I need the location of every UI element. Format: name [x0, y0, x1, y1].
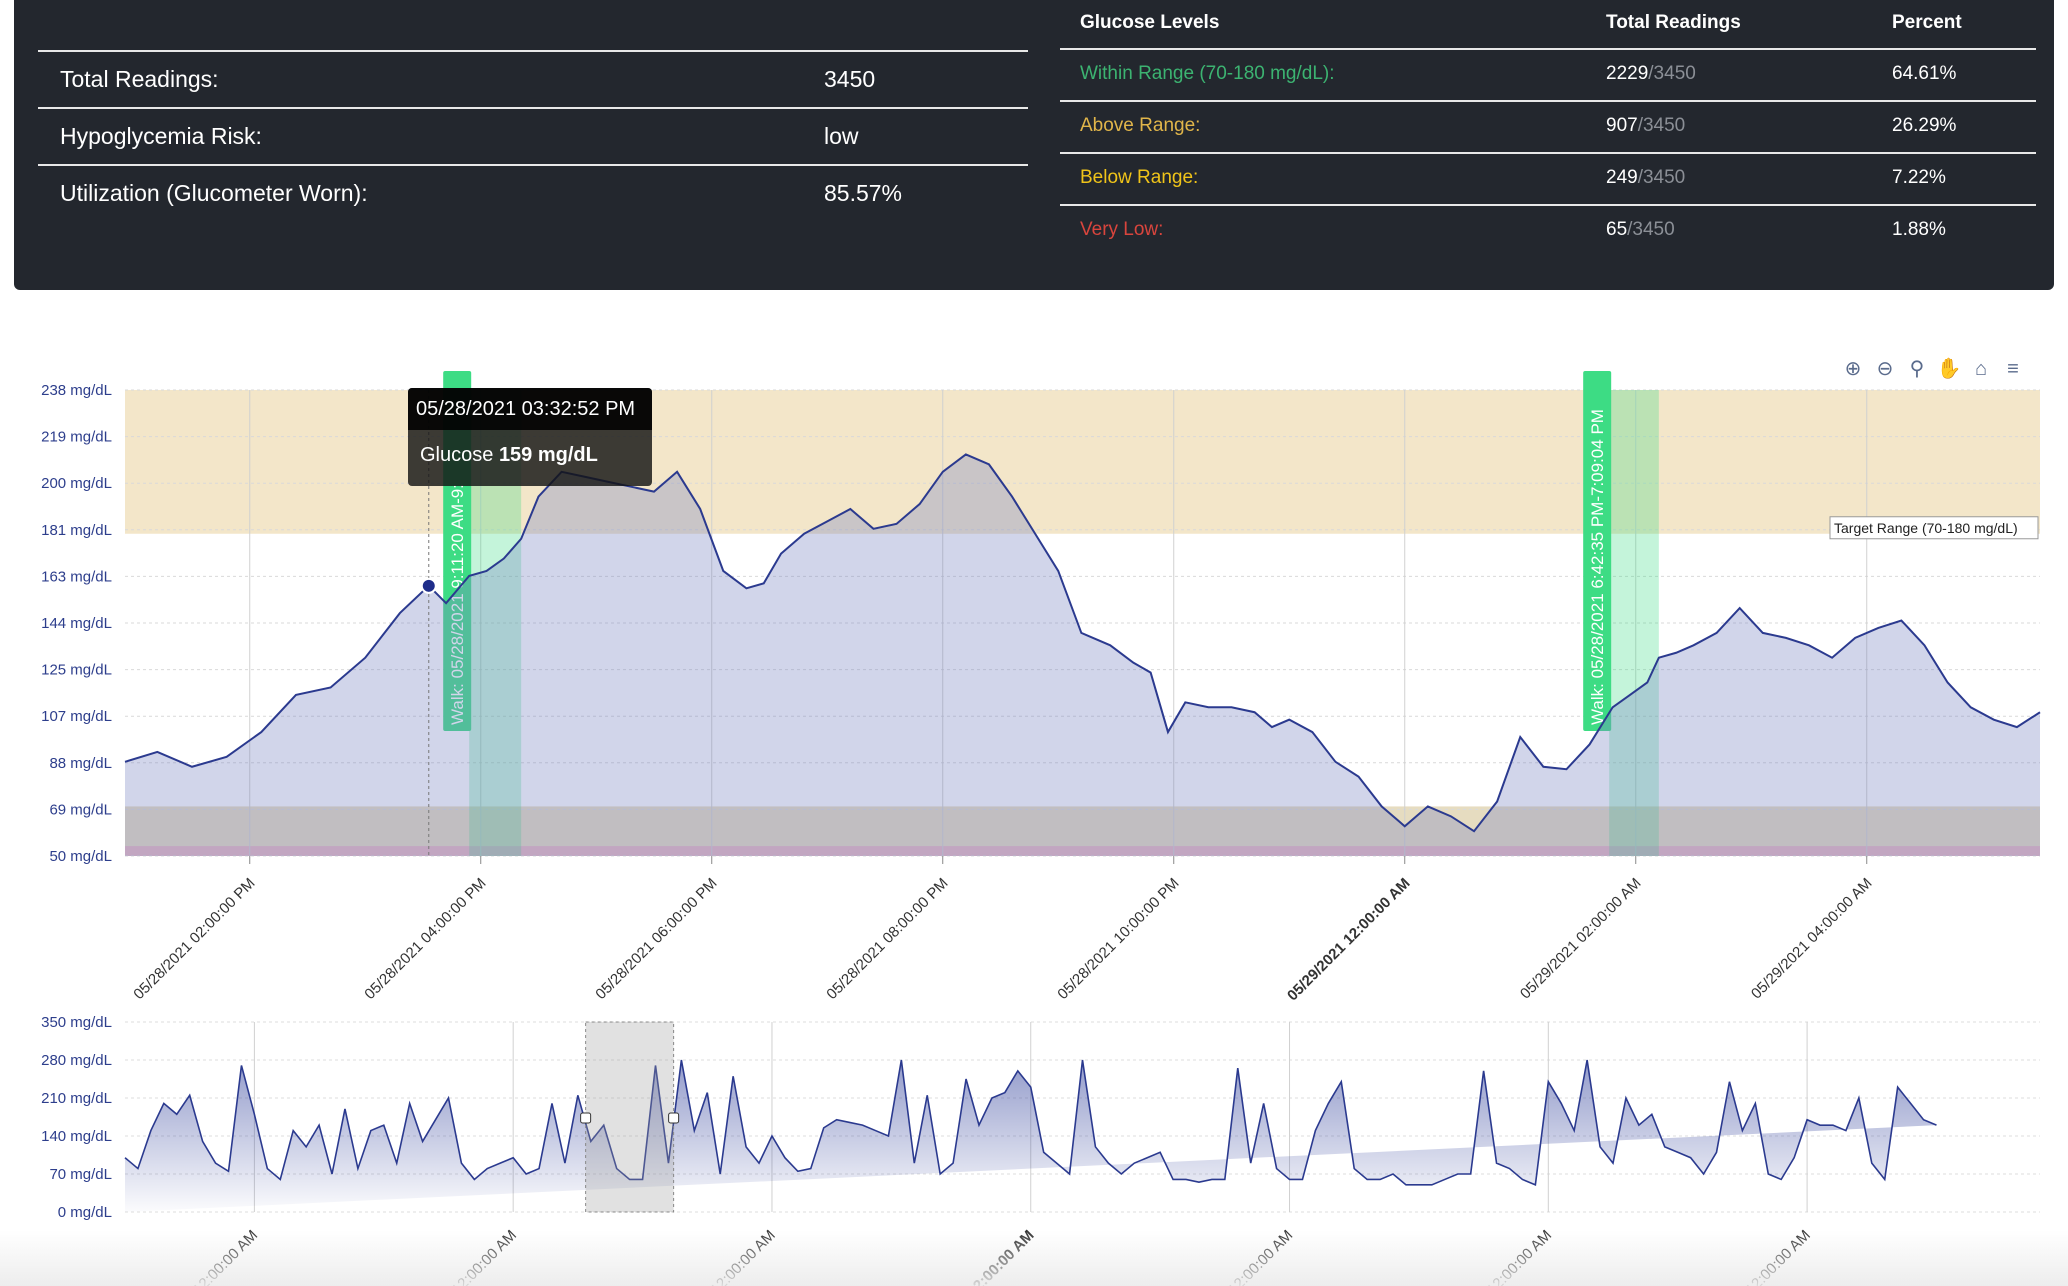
stat-label: Total Readings: — [60, 66, 219, 92]
level-count: 2229/3450 — [1606, 63, 1696, 84]
tooltip-value: 159 mg/dL — [498, 444, 598, 466]
tooltip-label: Glucose — [420, 444, 494, 466]
levels-header-row: Glucose Levels Total Readings Percent — [1060, 0, 2036, 50]
x-tick-label: 05/29/2021 02:00:00 AM — [1517, 875, 1645, 1003]
header-percent: Percent — [1892, 12, 1962, 33]
header-total-readings: Total Readings — [1606, 12, 1741, 33]
summary-panel: Total Readings: 3450 Hypoglycemia Risk: … — [14, 0, 2054, 290]
x-tick-label: 05/28/2021 08:00:00 PM — [823, 875, 951, 1003]
stat-label: Hypoglycemia Risk: — [60, 123, 262, 149]
selection-handle[interactable] — [668, 1112, 680, 1124]
level-count: 249/3450 — [1606, 167, 1686, 188]
stat-label: Utilization (Glucometer Worn): — [60, 180, 368, 206]
stat-value: 3450 — [824, 66, 876, 92]
selection-handle[interactable] — [580, 1112, 592, 1124]
x-tick-label: 05/29/2021 12:00:00 AM — [1284, 875, 1414, 1005]
overview-y-tick-label: 280 mg/dL — [41, 1052, 112, 1069]
level-count: 65/3450 — [1606, 219, 1675, 240]
overview-y-tick-label: 140 mg/dL — [41, 1128, 112, 1145]
x-tick-label: 05/28/2021 06:00:00 PM — [592, 875, 720, 1003]
y-tick-label: 163 mg/dL — [41, 568, 112, 585]
x-tick-label: 05/28/2021 04:00:00 PM — [361, 875, 489, 1003]
level-percent: 7.22% — [1892, 167, 1946, 188]
hover-marker — [420, 577, 437, 594]
tooltip-body: Glucose 159 mg/dL — [408, 430, 652, 467]
bottom-fade — [0, 1230, 2068, 1286]
glucose-levels-table: Glucose Levels Total Readings Percent Wi… — [1060, 0, 2036, 256]
levels-row-above-range: Above Range: 907/3450 26.29% — [1060, 102, 2036, 154]
y-tick-label: 107 mg/dL — [41, 708, 112, 725]
walk-label-text: Walk: 05/28/2021 6:42:35 PM-7:09:04 PM — [1588, 409, 1607, 725]
stat-row-total-readings: Total Readings: 3450 — [38, 50, 1028, 107]
overview-y-tick-label: 350 mg/dL — [41, 1014, 112, 1031]
main-glucose-chart[interactable]: 238 mg/dL 219 mg/dL 200 mg/dL 181 mg/dL 163 … — [0, 370, 2068, 1010]
level-name: Within Range (70-180 mg/dL): — [1080, 63, 1335, 84]
levels-row-below-range: Below Range: 249/3450 7.22% — [1060, 154, 2036, 206]
chart-tooltip: 05/28/2021 03:32:52 PM Glucose 159 mg/dL — [408, 388, 652, 486]
y-tick-label: 181 mg/dL — [41, 522, 112, 539]
selection-window[interactable] — [585, 1021, 675, 1213]
levels-row-very-low: Very Low: 65/3450 1.88% — [1060, 206, 2036, 256]
y-tick-label: 200 mg/dL — [41, 475, 112, 492]
level-percent: 26.29% — [1892, 115, 1957, 136]
y-tick-label: 88 mg/dL — [49, 755, 112, 772]
y-tick-label: 219 mg/dL — [41, 429, 112, 446]
y-tick-label: 69 mg/dL — [49, 801, 112, 818]
x-tick-label: 05/28/2021 02:00:00 PM — [130, 875, 258, 1003]
y-tick-label: 238 mg/dL — [41, 382, 112, 399]
y-tick-label: 125 mg/dL — [41, 662, 112, 679]
walk-label: Walk: 05/28/2021 6:42:35 PM-7:09:04 PM — [1583, 371, 1612, 731]
overview-y-tick-label: 210 mg/dL — [41, 1090, 112, 1107]
level-name: Below Range: — [1080, 167, 1199, 188]
overview-y-tick-label: 70 mg/dL — [49, 1166, 112, 1183]
y-tick-label: 144 mg/dL — [41, 615, 112, 632]
level-percent: 64.61% — [1892, 63, 1957, 84]
stat-row-utilization: Utilization (Glucometer Worn): 85.57% — [38, 164, 1028, 221]
stat-row-hypoglycemia-risk: Hypoglycemia Risk: low — [38, 107, 1028, 164]
target-range-label: Target Range (70-180 mg/dL) — [1834, 520, 2018, 536]
tooltip-title: 05/28/2021 03:32:52 PM — [408, 388, 652, 430]
level-name: Very Low: — [1080, 219, 1164, 240]
stats-table: Total Readings: 3450 Hypoglycemia Risk: … — [38, 50, 1028, 221]
y-tick-label: 50 mg/dL — [49, 848, 112, 865]
level-name: Above Range: — [1080, 115, 1201, 136]
level-percent: 1.88% — [1892, 219, 1946, 240]
levels-row-within-range: Within Range (70-180 mg/dL): 2229/3450 6… — [1060, 50, 2036, 102]
header-glucose-levels: Glucose Levels — [1080, 12, 1220, 33]
stat-value: low — [824, 123, 859, 149]
stat-value: 85.57% — [824, 180, 903, 206]
level-count: 907/3450 — [1606, 115, 1686, 136]
x-tick-label: 05/28/2021 10:00:00 PM — [1054, 875, 1182, 1003]
x-tick-label: 05/29/2021 04:00:00 AM — [1748, 875, 1876, 1003]
overview-y-tick-label: 0 mg/dL — [58, 1204, 112, 1221]
